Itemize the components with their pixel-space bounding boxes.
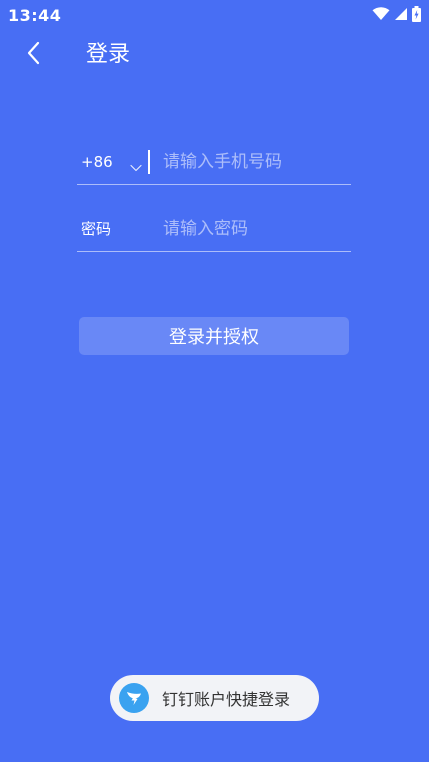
battery-charging-icon — [412, 6, 421, 22]
back-button[interactable] — [16, 40, 50, 70]
wifi-icon — [372, 7, 390, 21]
chevron-down-icon[interactable] — [130, 157, 142, 176]
dingtalk-login-label: 钉钉账户快捷登录 — [162, 690, 291, 709]
status-bar: 13:44 — [0, 0, 429, 30]
status-time: 13:44 — [8, 6, 62, 25]
login-form: +86 密码 — [77, 140, 351, 252]
chevron-left-icon — [26, 41, 40, 69]
login-authorize-button[interactable]: 登录并授权 — [79, 317, 349, 355]
dingtalk-logo-icon — [119, 683, 149, 713]
status-icons — [372, 6, 421, 22]
page-title: 登录 — [86, 42, 131, 67]
password-label: 密码 — [81, 220, 112, 238]
text-caret — [148, 150, 150, 174]
password-input[interactable] — [163, 215, 349, 243]
dingtalk-login-button[interactable]: 钉钉账户快捷登录 — [110, 675, 319, 721]
phone-input[interactable] — [163, 148, 349, 176]
password-row: 密码 — [77, 207, 351, 252]
cellular-signal-icon — [394, 7, 408, 21]
country-code-selector[interactable]: +86 — [81, 152, 113, 172]
phone-row: +86 — [77, 140, 351, 185]
nav-bar: 登录 — [0, 30, 429, 80]
